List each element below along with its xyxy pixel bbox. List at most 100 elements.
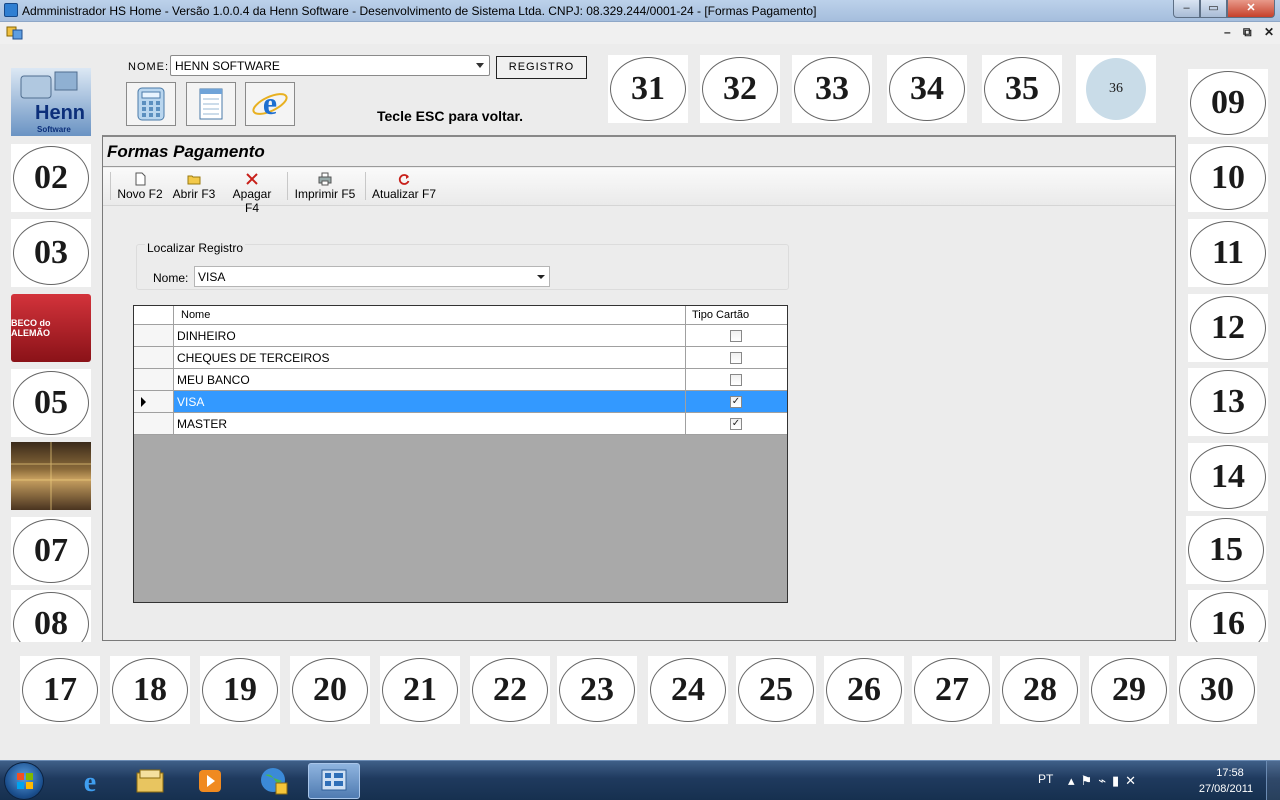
- registro-button[interactable]: REGISTRO: [496, 56, 587, 79]
- taskbar-network[interactable]: [248, 763, 300, 799]
- shortcut-tile-19[interactable]: 19: [200, 656, 280, 724]
- action-center-flag-icon[interactable]: ⚑: [1081, 773, 1099, 788]
- shortcut-tile-10[interactable]: 10: [1188, 144, 1268, 212]
- cell-tipo-cartao: ✓: [685, 413, 787, 434]
- shortcut-tile-17[interactable]: 17: [20, 656, 100, 724]
- taskbar-hs-home[interactable]: [308, 763, 360, 799]
- atualizar-button[interactable]: Atualizar F7: [371, 170, 437, 204]
- henn-logo-subtext: Software: [37, 125, 71, 134]
- shortcut-tile-36[interactable]: 36: [1076, 55, 1156, 123]
- shortcut-tile-30[interactable]: 30: [1177, 656, 1257, 724]
- shortcut-tile-32[interactable]: 32: [700, 55, 780, 123]
- shortcut-tile-29[interactable]: 29: [1089, 656, 1169, 724]
- clock-date[interactable]: 27/08/2011: [1194, 783, 1258, 795]
- tipo-cartao-checkbox[interactable]: [730, 352, 742, 364]
- shortcut-tile-21[interactable]: 21: [380, 656, 460, 724]
- row-header[interactable]: [134, 347, 174, 368]
- shortcut-tile-11[interactable]: 11: [1188, 219, 1268, 287]
- shortcut-tile-28[interactable]: 28: [1000, 656, 1080, 724]
- network-signal-icon[interactable]: ▮: [1112, 773, 1125, 788]
- close-button[interactable]: ✕: [1227, 0, 1275, 18]
- shortcut-tile-35[interactable]: 35: [982, 55, 1062, 123]
- shortcut-tile-22[interactable]: 22: [470, 656, 550, 724]
- shortcut-tile-03[interactable]: 03: [11, 219, 91, 287]
- tile-number: 08: [13, 592, 89, 642]
- search-select[interactable]: VISA: [194, 266, 550, 287]
- shortcut-tile-07[interactable]: 07: [11, 517, 91, 585]
- shortcut-tile-05[interactable]: 05: [11, 369, 91, 437]
- system-tray-icons[interactable]: ▴⚑⌁▮✕: [1068, 773, 1142, 789]
- row-header[interactable]: [134, 369, 174, 390]
- shortcut-tile-24[interactable]: 24: [648, 656, 728, 724]
- shortcut-tile-33[interactable]: 33: [792, 55, 872, 123]
- notepad-button[interactable]: [186, 82, 236, 126]
- language-indicator[interactable]: PT: [1038, 772, 1053, 786]
- taskbar-media-player[interactable]: [184, 763, 236, 799]
- mdi-minimize-button[interactable]: –: [1224, 25, 1231, 39]
- tipo-cartao-checkbox[interactable]: [730, 330, 742, 342]
- shortcut-tile-02[interactable]: 02: [11, 144, 91, 212]
- calculator-button[interactable]: [126, 82, 176, 126]
- tipo-cartao-checkbox[interactable]: ✓: [730, 418, 742, 430]
- apagar-button[interactable]: Apagar F4: [224, 170, 280, 215]
- clock-time[interactable]: 17:58: [1210, 767, 1250, 779]
- atualizar-label: Atualizar F7: [371, 187, 437, 201]
- mdi-child-icon[interactable]: [6, 26, 24, 40]
- app-icon: [4, 3, 18, 17]
- power-plug-icon[interactable]: ⌁: [1098, 773, 1112, 788]
- abrir-button[interactable]: Abrir F3: [172, 170, 216, 204]
- shortcut-tile-14[interactable]: 14: [1188, 443, 1268, 511]
- tile-number: 14: [1190, 445, 1266, 509]
- row-header-current[interactable]: [134, 391, 174, 412]
- shortcut-tile-09[interactable]: 09: [1188, 69, 1268, 137]
- table-row[interactable]: MEU BANCO: [134, 369, 787, 391]
- beco-do-alemao-logo[interactable]: BECO do ALEMÃO: [11, 294, 91, 362]
- shortcut-tile-26[interactable]: 26: [824, 656, 904, 724]
- shortcut-tile-34[interactable]: 34: [887, 55, 967, 123]
- imprimir-button[interactable]: Imprimir F5: [293, 170, 357, 204]
- table-row[interactable]: DINHEIRO: [134, 325, 787, 347]
- show-hidden-icons-icon[interactable]: ▴: [1068, 773, 1081, 788]
- tipo-cartao-checkbox[interactable]: ✓: [730, 396, 742, 408]
- minimize-button[interactable]: –: [1173, 0, 1200, 18]
- windows-logo-icon: [17, 773, 33, 789]
- tipo-cartao-checkbox[interactable]: [730, 374, 742, 386]
- shortcut-tile-25[interactable]: 25: [736, 656, 816, 724]
- start-button[interactable]: [4, 762, 44, 800]
- nome-select[interactable]: HENN SOFTWARE: [170, 55, 490, 76]
- shortcut-tile-31[interactable]: 31: [608, 55, 688, 123]
- shortcut-tile-20[interactable]: 20: [290, 656, 370, 724]
- row-header[interactable]: [134, 325, 174, 346]
- tile-number: 03: [13, 221, 89, 285]
- shortcut-tile-16[interactable]: 16: [1188, 590, 1268, 642]
- table-row[interactable]: CHEQUES DE TERCEIROS: [134, 347, 787, 369]
- table-row-selected[interactable]: VISA ✓: [134, 391, 787, 413]
- taskbar-ie[interactable]: e: [64, 763, 116, 799]
- shortcut-tile-18[interactable]: 18: [110, 656, 190, 724]
- cell-nome: DINHEIRO: [177, 329, 236, 343]
- shortcut-tile-08[interactable]: 08: [11, 590, 91, 642]
- table-row[interactable]: MASTER ✓: [134, 413, 787, 435]
- maximize-button[interactable]: ▭: [1200, 0, 1227, 18]
- shortcut-tile-15[interactable]: 15: [1186, 516, 1266, 584]
- shortcut-tile-23[interactable]: 23: [557, 656, 637, 724]
- internet-explorer-button[interactable]: e: [245, 82, 295, 126]
- taskbar-explorer[interactable]: [124, 763, 176, 799]
- tile-number: 33: [794, 57, 870, 121]
- henn-software-logo[interactable]: Henn Software: [11, 68, 91, 136]
- column-header-nome[interactable]: Nome: [181, 309, 210, 321]
- novo-button[interactable]: Novo F2: [117, 170, 163, 204]
- cell-nome: VISA: [177, 395, 205, 409]
- mdi-restore-button[interactable]: ⧉: [1243, 25, 1252, 40]
- tile-number: 23: [559, 658, 635, 722]
- mdi-close-button[interactable]: ✕: [1264, 25, 1274, 39]
- windows-taskbar: e PT ▴⚑⌁▮✕ 17:58 27/08/2011: [0, 760, 1280, 800]
- refresh-icon: [398, 174, 410, 185]
- show-desktop-button[interactable]: [1266, 761, 1280, 800]
- mall-photo-tile[interactable]: [11, 442, 91, 510]
- shortcut-tile-27[interactable]: 27: [912, 656, 992, 724]
- volume-muted-icon[interactable]: ✕: [1125, 773, 1142, 788]
- shortcut-tile-12[interactable]: 12: [1188, 294, 1268, 362]
- shortcut-tile-13[interactable]: 13: [1188, 368, 1268, 436]
- row-header[interactable]: [134, 413, 174, 434]
